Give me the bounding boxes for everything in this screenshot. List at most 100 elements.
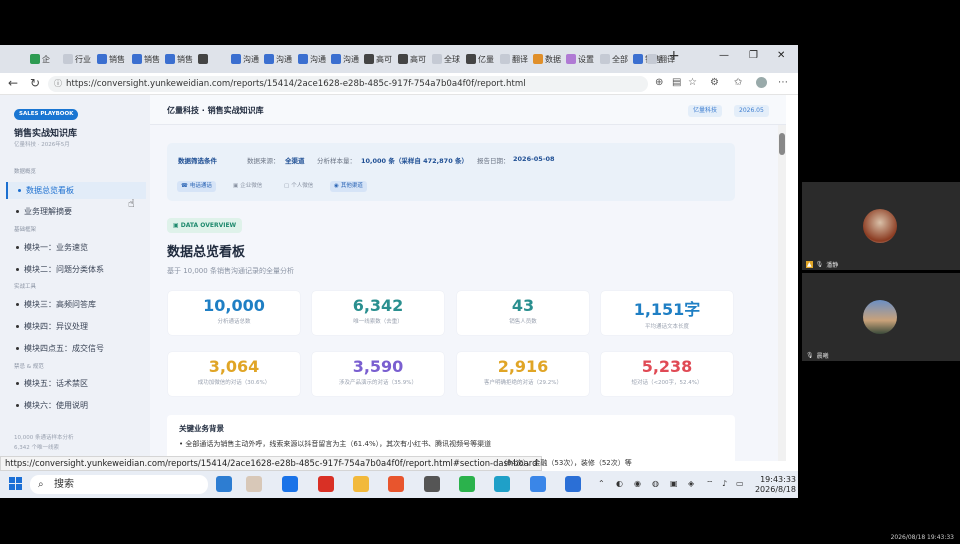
sidebar-title: 销售实战知识库 — [14, 129, 78, 139]
tab-favicon-icon — [63, 54, 73, 64]
site-info-icon[interactable]: ⓘ — [54, 76, 62, 92]
back-arrow-icon[interactable]: ← — [8, 76, 18, 90]
profile-avatar[interactable] — [756, 77, 767, 88]
chip-wecom[interactable]: ▣ 企业微信 — [229, 181, 266, 192]
browser-tab[interactable]: 企 — [30, 50, 50, 68]
chip-wechat[interactable]: ▢ 个人微信 — [280, 181, 317, 192]
chip-other[interactable]: ◉ 其他渠道 — [330, 181, 367, 192]
mic-icon: 🎙 — [806, 352, 814, 359]
stat-card: 1,151字 平均通话文本长度 — [601, 291, 733, 335]
taskbar-app-icon[interactable] — [246, 476, 262, 492]
new-tab-button[interactable]: + — [668, 48, 680, 64]
url-text: https://conversight.yunkeweidian.com/rep… — [66, 79, 526, 89]
browser-tab[interactable] — [198, 50, 210, 68]
folder-icon[interactable] — [353, 476, 369, 492]
browser-tab[interactable]: 沟通 — [331, 50, 359, 68]
stat-card: 3,590 涉及产品演示的对话（35.9%） — [312, 352, 444, 396]
taskbar-app-icon[interactable] — [388, 476, 404, 492]
sidebar-section-label: 基础框架 — [14, 227, 37, 233]
calculator-icon[interactable] — [424, 476, 440, 492]
sidebar-item-module5[interactable]: 模块五：话术禁区 — [6, 375, 146, 392]
reload-icon[interactable]: ↻ — [30, 76, 40, 90]
maximize-icon[interactable]: ❐ — [749, 50, 758, 61]
tab-favicon-icon — [97, 54, 107, 64]
browser-tab[interactable]: 沟通 — [264, 50, 292, 68]
tray-icon[interactable]: ◈ — [688, 479, 694, 488]
tray-overflow-icon[interactable]: ⌃ — [598, 479, 605, 488]
tray-icon[interactable]: ◉ — [634, 479, 641, 488]
browser-tab[interactable]: 全球 — [432, 50, 460, 68]
browser-tab[interactable]: 沟通 — [298, 50, 326, 68]
system-clock[interactable]: 19:43:33 2026/8/18 — [748, 475, 796, 495]
tab-label: 沟通 — [276, 54, 292, 64]
volume-icon[interactable]: ♪ — [722, 479, 727, 488]
browser-tab[interactable]: 翻译 — [500, 50, 528, 68]
sidebar-item-summary[interactable]: 业务理解摘要 — [6, 203, 146, 220]
tab-favicon-icon — [231, 54, 241, 64]
browser-tab[interactable]: 行业 — [63, 50, 91, 68]
business-background: 关键业务背景 • 全部通话为销售主动外呼，线索来源以抖音留言为主（61.4%），… — [167, 415, 735, 461]
tray-icon[interactable]: ◍ — [652, 479, 659, 488]
video-tile-2[interactable]: 🎙 晨曦 — [802, 273, 960, 361]
tab-favicon-icon — [364, 54, 374, 64]
sidebar-item-module4-5[interactable]: 模块四点五：成交信号 — [6, 340, 146, 357]
tray-icon[interactable]: ◐ — [616, 479, 623, 488]
main-content: 亿量科技 · 销售实战知识库 亿量科技 2026.05 数据筛选条件 数据来源：… — [150, 95, 786, 461]
taskbar-search[interactable]: ⌕ 搜索 — [30, 475, 208, 494]
browser-tab[interactable]: 亿量 — [466, 50, 494, 68]
browser-tab[interactable]: 高可 — [398, 50, 426, 68]
browser-tab[interactable]: 全部 — [600, 50, 628, 68]
filter-panel: 数据筛选条件 数据来源： 全渠道 分析样本量： 10,000 条（采样自 472… — [167, 143, 735, 201]
sidebar-item-module4[interactable]: 模块四：异议处理 — [6, 318, 146, 335]
tab-favicon-icon — [30, 54, 40, 64]
chip-phone[interactable]: ☎ 电话通话 — [177, 181, 216, 192]
browser-tab[interactable]: 沟通 — [231, 50, 259, 68]
tab-label: 沟通 — [243, 54, 259, 64]
date-value: 2026-05-08 — [513, 155, 555, 163]
participant-name-tag: ▲ 🎙 潘静 — [806, 261, 839, 269]
taskbar-app-icon[interactable] — [530, 476, 546, 492]
background-line: • 全部通话为销售主动外呼，线索来源以抖音留言为主（61.4%），其次有小红书、… — [179, 440, 492, 448]
sidebar-item-module2[interactable]: 模块二：问题分类体系 — [6, 261, 146, 278]
taskbar-app-icon[interactable] — [565, 476, 581, 492]
sidebar-item-module6[interactable]: 模块六：使用说明 — [6, 397, 146, 414]
taskbar-app-icon[interactable] — [216, 476, 232, 492]
favorites-icon[interactable]: ✩ — [734, 77, 742, 88]
mic-icon: 🎙 — [815, 261, 824, 268]
sidebar-item-dashboard[interactable]: 数据总览看板 — [6, 182, 146, 199]
bullet-icon — [16, 382, 19, 385]
browser-tab[interactable]: 高可 — [364, 50, 392, 68]
close-window-icon[interactable]: ✕ — [777, 50, 785, 61]
tab-label: 设置 — [578, 54, 594, 64]
windows-start-icon[interactable] — [9, 477, 22, 490]
sidebar-item-module3[interactable]: 模块三：高频问答库 — [6, 296, 146, 313]
sidebar-item-module1[interactable]: 模块一：业务速览 — [6, 239, 146, 256]
zoom-icon[interactable]: ⊕ — [655, 77, 663, 88]
minimize-icon[interactable]: — — [719, 50, 729, 61]
more-menu-icon[interactable]: ⋯ — [778, 77, 788, 88]
browser-tab[interactable]: 销售 — [97, 50, 125, 68]
browser-toolbar: ← ↻ ⓘ https://conversight.yunkeweidian.c… — [0, 73, 798, 95]
stat-card: 43 销售人员数 — [457, 291, 589, 335]
scrollbar-thumb[interactable] — [779, 133, 785, 155]
battery-icon[interactable]: ▭ — [736, 479, 744, 488]
scrollbar[interactable] — [778, 125, 786, 461]
tab-favicon-icon — [432, 54, 442, 64]
favorite-star-icon[interactable]: ☆ — [688, 77, 697, 88]
browser-tab[interactable]: 设置 — [566, 50, 594, 68]
wifi-icon[interactable]: ⌔ — [706, 479, 714, 489]
address-bar[interactable]: ⓘ https://conversight.yunkeweidian.com/r… — [48, 76, 648, 92]
browser-tab[interactable]: 销售 — [132, 50, 160, 68]
taskbar-app-icon[interactable] — [282, 476, 298, 492]
video-tile-1[interactable]: ▲ 🎙 潘静 — [802, 182, 960, 270]
tray-icon[interactable]: ▣ — [670, 479, 678, 488]
stat-label: 客户明确拒绝的对话（29.2%） — [484, 380, 562, 386]
reader-mode-icon[interactable]: ▤ — [672, 77, 681, 88]
wechat-app-icon[interactable] — [459, 476, 475, 492]
edge-icon[interactable] — [494, 476, 510, 492]
extensions-icon[interactable]: ⚙ — [710, 77, 719, 88]
stat-value: 43 — [511, 296, 535, 315]
browser-tab[interactable]: 销售 — [165, 50, 193, 68]
wps-icon[interactable] — [318, 476, 334, 492]
browser-tab[interactable]: 数据 — [533, 50, 561, 68]
